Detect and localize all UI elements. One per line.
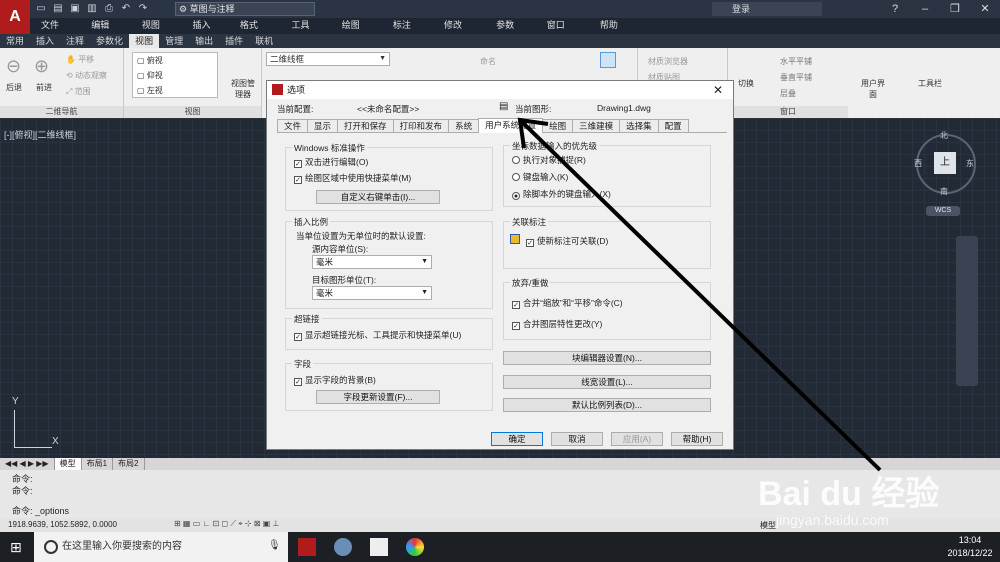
baidu-watermark: Bai du 经验 <box>758 475 940 513</box>
watermark-url: jingyan.baidu.com <box>776 512 889 528</box>
